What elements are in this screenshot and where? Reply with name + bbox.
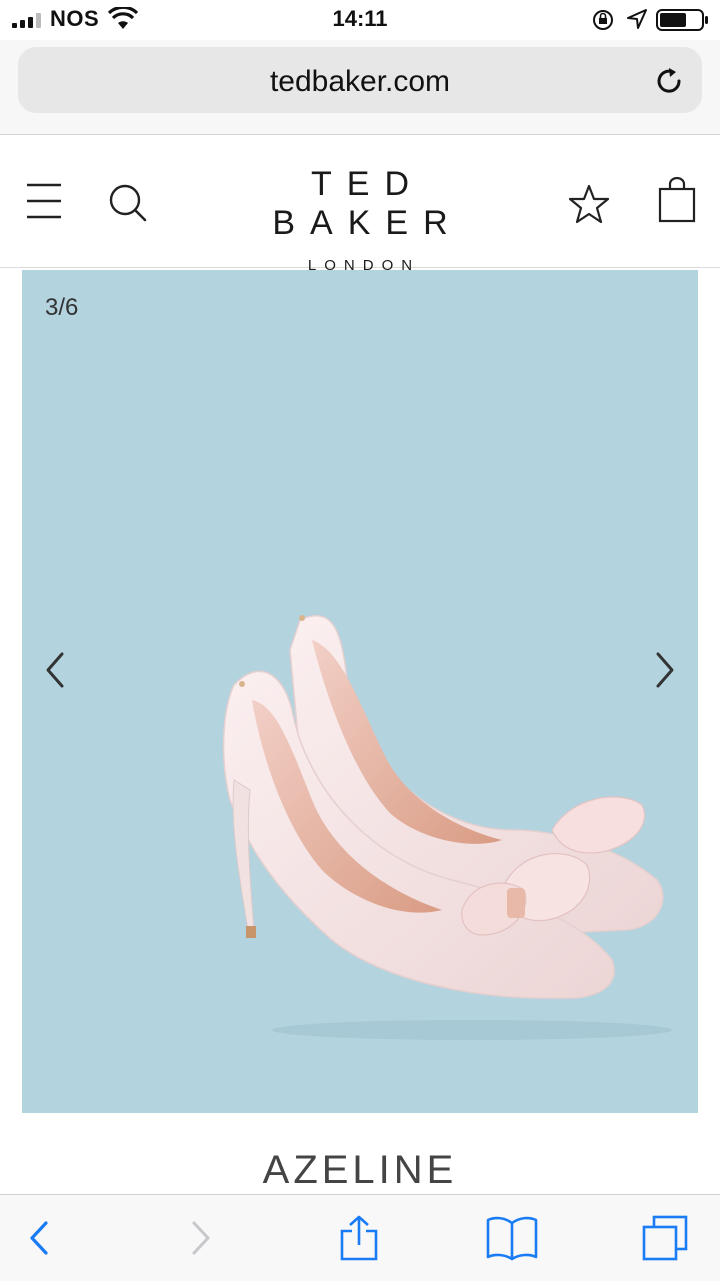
address-bar[interactable]: tedbaker.com: [18, 47, 702, 113]
url-text[interactable]: tedbaker.com: [18, 65, 702, 99]
status-bar: NOS 14:11: [0, 0, 720, 40]
product-name: AZELINE: [262, 1148, 458, 1192]
browser-toolbar: [0, 1194, 720, 1281]
location-icon: [627, 9, 647, 29]
share-icon[interactable]: [336, 1215, 382, 1261]
forward-icon[interactable]: [186, 1215, 216, 1261]
brand-name: TED BAKER: [272, 165, 463, 242]
tabs-icon[interactable]: [640, 1215, 690, 1261]
rotation-lock-icon: [593, 10, 613, 30]
product-gallery[interactable]: 3/6: [22, 270, 698, 1113]
browser-chrome: tedbaker.com: [0, 40, 720, 135]
bookmarks-icon[interactable]: [486, 1215, 538, 1261]
wishlist-star-icon[interactable]: [569, 184, 609, 224]
menu-icon[interactable]: [27, 182, 63, 220]
chevron-left-icon[interactable]: [40, 650, 70, 690]
brand-logo[interactable]: TED BAKER LONDON: [200, 165, 520, 274]
image-counter: 3/6: [45, 294, 79, 321]
search-icon[interactable]: [108, 183, 148, 223]
site-header: TED BAKER LONDON: [0, 135, 720, 274]
product-image[interactable]: [172, 590, 692, 1050]
reload-icon[interactable]: [652, 64, 686, 98]
shopping-bag-icon[interactable]: [658, 177, 696, 223]
battery-icon: [656, 9, 708, 31]
back-icon[interactable]: [24, 1215, 54, 1261]
